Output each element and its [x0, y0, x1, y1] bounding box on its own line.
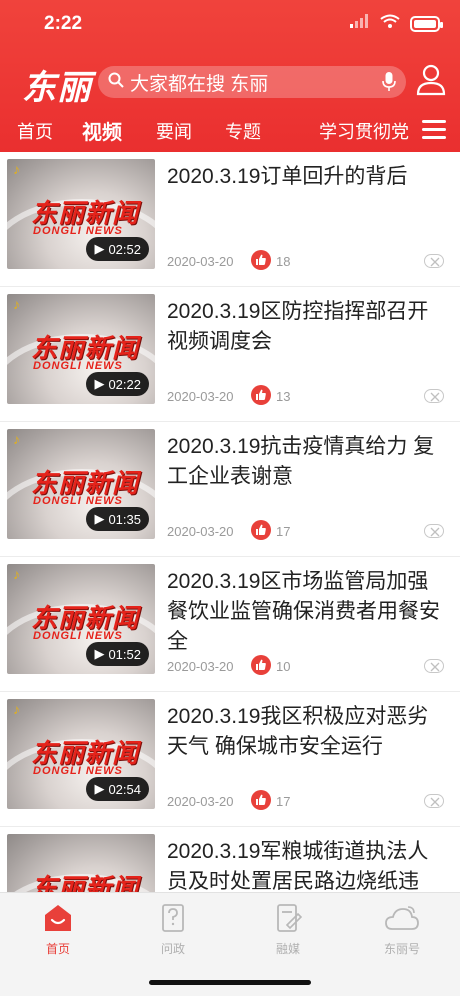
like-count: 17: [276, 794, 291, 809]
music-note-icon: ♪: [13, 431, 20, 447]
tab-study[interactable]: 学习贯彻党: [319, 118, 415, 144]
list-item[interactable]: ♪ 东丽新闻 DONGLI NEWS ▶ 01:35 2020.3.19抗击疫情真…: [0, 422, 460, 557]
menu-icon[interactable]: [422, 120, 446, 140]
app-header: 2:22 东丽 大家都在搜 东丽 首页 视频 要闻 专题 学习贯彻党: [0, 0, 460, 152]
video-thumbnail[interactable]: ♪ 东丽新闻 DONGLI NEWS ▶ 02:22: [7, 294, 155, 404]
nav-label: 融媒: [275, 942, 300, 956]
thumbs-up-icon[interactable]: [251, 250, 271, 270]
nav-label: 问政: [160, 942, 185, 956]
list-item[interactable]: ♪ 东丽新闻 DONGLI NEWS ▶ 02:54 2020.3.19我区积极应…: [0, 692, 460, 827]
nav-rongmei[interactable]: 融媒: [248, 903, 328, 957]
battery-icon: [410, 15, 443, 32]
video-thumbnail[interactable]: 东丽新闻: [7, 834, 155, 892]
duration-text: 01:35: [108, 511, 141, 527]
dismiss-icon[interactable]: [424, 389, 444, 403]
tab-topics[interactable]: 专题: [225, 118, 261, 144]
item-date: 2020-03-20: [167, 794, 234, 809]
tab-home[interactable]: 首页: [17, 118, 53, 144]
item-title[interactable]: 2020.3.19订单回升的背后: [167, 162, 447, 192]
tab-news[interactable]: 要闻: [156, 118, 192, 144]
item-title[interactable]: 2020.3.19区防控指挥部召开视频调度会: [167, 297, 447, 357]
dismiss-icon[interactable]: [424, 794, 444, 808]
thumbs-up-icon[interactable]: [251, 520, 271, 540]
play-icon: ▶: [94, 511, 105, 526]
video-thumbnail[interactable]: ♪ 东丽新闻 DONGLI NEWS ▶ 01:35: [7, 429, 155, 539]
music-note-icon: ♪: [13, 566, 20, 582]
music-note-icon: ♪: [13, 161, 20, 177]
list-item[interactable]: ♪ 东丽新闻 DONGLI NEWS ▶ 01:52 2020.3.19区市场监管…: [0, 557, 460, 692]
thumbnail-brand-en: DONGLI NEWS: [33, 765, 123, 777]
thumbs-up-icon[interactable]: [251, 655, 271, 675]
item-title[interactable]: 2020.3.19抗击疫情真给力 复工企业表谢意: [167, 432, 447, 492]
wifi-icon: [380, 14, 400, 33]
thumbs-up-icon[interactable]: [251, 385, 271, 405]
video-thumbnail[interactable]: ♪ 东丽新闻 DONGLI NEWS ▶ 02:52: [7, 159, 155, 269]
duration-badge: ▶ 01:52: [86, 642, 149, 666]
nav-wenzheng[interactable]: 问政: [133, 903, 213, 957]
channel-tabs: 首页 视频 要闻 专题 学习贯彻党: [0, 116, 460, 148]
search-placeholder: 大家都在搜 东丽: [130, 73, 269, 95]
thumbnail-brand-en: DONGLI NEWS: [33, 630, 123, 642]
duration-text: 02:52: [108, 241, 141, 257]
list-item[interactable]: ♪ 东丽新闻 DONGLI NEWS ▶ 02:52 2020.3.19订单回升的…: [0, 152, 460, 287]
duration-text: 02:22: [108, 376, 141, 392]
duration-badge: ▶ 02:22: [86, 372, 149, 396]
music-note-icon: ♪: [13, 296, 20, 312]
play-icon: ▶: [94, 781, 105, 796]
nav-home[interactable]: 首页: [18, 903, 98, 957]
status-time: 2:22: [44, 13, 83, 34]
item-title[interactable]: 2020.3.19我区积极应对恶劣天气 确保城市安全运行: [167, 702, 447, 762]
list-item[interactable]: 东丽新闻 2020.3.19军粮城街道执法人员及时处置居民路边烧纸违: [0, 827, 460, 892]
dismiss-icon[interactable]: [424, 254, 444, 268]
duration-text: 01:52: [108, 646, 141, 662]
thumbnail-brand: 东丽新闻: [31, 873, 140, 892]
duration-badge: ▶ 02:54: [86, 777, 149, 801]
nav-label: 东丽号: [383, 942, 420, 956]
item-title[interactable]: 2020.3.19区市场监管局加强餐饮业监管确保消费者用餐安全: [167, 567, 447, 657]
status-bar: 2:22: [0, 0, 460, 50]
duration-badge: ▶ 02:52: [86, 237, 149, 261]
video-list: ♪ 东丽新闻 DONGLI NEWS ▶ 02:52 2020.3.19订单回升的…: [0, 152, 460, 892]
home-icon: [42, 905, 74, 937]
music-note-icon: ♪: [13, 701, 20, 717]
app-logo: 东丽: [22, 68, 92, 108]
nav-dongli-hao[interactable]: 东丽号: [362, 903, 442, 957]
thumbnail-brand-en: DONGLI NEWS: [33, 360, 123, 372]
media-doc-icon: [272, 904, 304, 937]
question-doc-icon: [157, 904, 189, 937]
status-icons: [350, 14, 443, 33]
duration-text: 02:54: [108, 781, 141, 797]
home-indicator: [149, 980, 311, 985]
search-input[interactable]: 大家都在搜 东丽: [98, 66, 406, 98]
item-date: 2020-03-20: [167, 524, 234, 539]
item-date: 2020-03-20: [167, 254, 234, 269]
list-item[interactable]: ♪ 东丽新闻 DONGLI NEWS ▶ 02:22 2020.3.19区防控指挥…: [0, 287, 460, 422]
like-count: 13: [276, 389, 291, 404]
thumbnail-brand-en: DONGLI NEWS: [33, 225, 123, 237]
signal-icon: [350, 14, 370, 33]
play-icon: ▶: [94, 376, 105, 391]
nav-label: 首页: [45, 942, 70, 956]
item-title[interactable]: 2020.3.19军粮城街道执法人员及时处置居民路边烧纸违: [167, 837, 447, 892]
thumbnail-brand-en: DONGLI NEWS: [33, 495, 123, 507]
tab-video[interactable]: 视频: [82, 116, 122, 145]
duration-badge: ▶ 01:35: [86, 507, 149, 531]
item-date: 2020-03-20: [167, 659, 234, 674]
dismiss-icon[interactable]: [424, 524, 444, 538]
thumbs-up-icon[interactable]: [251, 790, 271, 810]
play-icon: ▶: [94, 646, 105, 661]
like-count: 18: [276, 254, 291, 269]
dismiss-icon[interactable]: [424, 659, 444, 673]
video-thumbnail[interactable]: ♪ 东丽新闻 DONGLI NEWS ▶ 02:54: [7, 699, 155, 809]
play-icon: ▶: [94, 241, 105, 256]
search-icon: [108, 72, 124, 93]
cloud-icon: [384, 906, 420, 937]
item-date: 2020-03-20: [167, 389, 234, 404]
microphone-icon[interactable]: [382, 72, 396, 97]
like-count: 17: [276, 524, 291, 539]
user-profile-icon[interactable]: [416, 64, 446, 101]
video-thumbnail[interactable]: ♪ 东丽新闻 DONGLI NEWS ▶ 01:52: [7, 564, 155, 674]
like-count: 10: [276, 659, 291, 674]
